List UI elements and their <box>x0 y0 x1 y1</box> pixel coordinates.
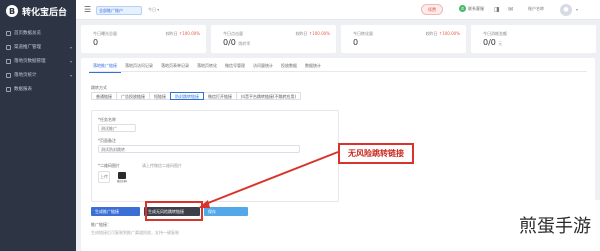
watermark: 煎蛋手游 <box>519 216 591 237</box>
annotation-callout: 无风险跳转链接 <box>338 143 414 164</box>
mode-anti-block-link[interactable]: 防封跳转链接 <box>170 92 204 100</box>
